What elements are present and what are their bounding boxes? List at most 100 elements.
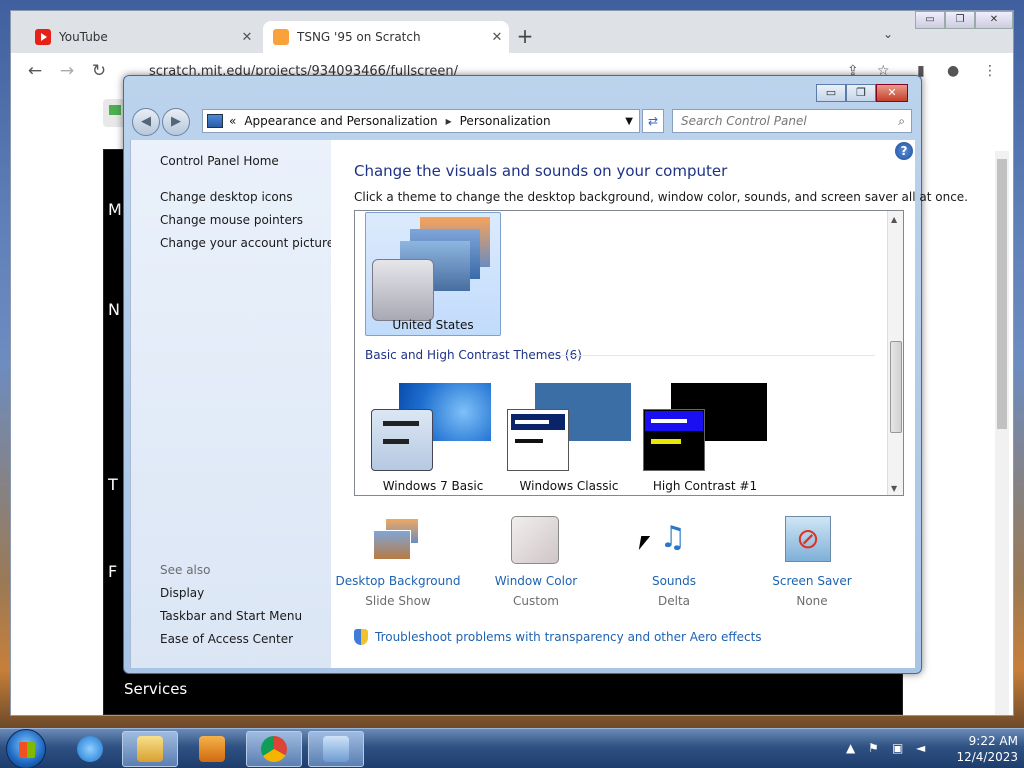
new-tab-button[interactable]: + [513, 25, 537, 49]
swatch-bar [383, 421, 419, 426]
chrome-icon [261, 736, 287, 762]
taskbar-ie[interactable] [62, 731, 118, 767]
volume-icon[interactable]: ◄ [916, 741, 925, 755]
maximize-icon[interactable]: ❐ [945, 11, 975, 29]
swatch-bar [651, 419, 687, 423]
flag-icon[interactable]: ⚑ [868, 741, 879, 755]
stage-letter: M [108, 200, 122, 219]
screen-saver-link[interactable]: Screen Saver [747, 574, 877, 588]
theme-label: Windows 7 Basic [382, 479, 484, 493]
sidebar-change-mouse-pointers[interactable]: Change mouse pointers [160, 213, 303, 227]
close-tab-icon[interactable]: ✕ [485, 30, 509, 45]
window-color-item[interactable]: Window Color Custom [471, 516, 601, 616]
profile-icon[interactable]: ● [947, 63, 959, 79]
sounds-icon: ♫ [659, 520, 687, 555]
page-scrollbar[interactable] [995, 151, 1009, 715]
chrome-window-controls: ▭ ❐ ✕ [915, 11, 1013, 29]
stage-bottom-text: Services [124, 680, 188, 698]
sidebar-change-desktop-icons[interactable]: Change desktop icons [160, 190, 293, 204]
troubleshoot-link[interactable]: Troubleshoot problems with transparency … [354, 629, 762, 645]
screen-saver-item[interactable]: ⊘ Screen Saver None [747, 516, 877, 616]
minimize-icon[interactable]: ▭ [915, 11, 945, 29]
main-panel: ? Change the visuals and sounds on your … [331, 140, 968, 668]
forward-icon[interactable]: → [55, 61, 79, 83]
scrollbar-thumb[interactable] [997, 159, 1007, 429]
back-icon[interactable]: ← [23, 61, 47, 83]
scroll-up-icon[interactable]: ▲ [891, 215, 897, 224]
sidebar-display[interactable]: Display [160, 586, 204, 600]
tab-strip: YouTube ✕ TSNG '95 on Scratch ✕ + ⌄ ▭ ❐ … [11, 11, 1013, 53]
tray-arrow-icon[interactable]: ▲ [846, 741, 855, 755]
tab-title: YouTube [59, 30, 108, 44]
group-divider [561, 355, 875, 356]
breadcrumb-appearance[interactable]: Appearance and Personalization [244, 114, 437, 128]
troubleshoot-text[interactable]: Troubleshoot problems with transparency … [375, 630, 762, 644]
theme-label: United States [392, 318, 474, 332]
tab-search-icon[interactable]: ⌄ [883, 27, 893, 41]
reload-icon[interactable]: ↻ [87, 61, 111, 83]
clock[interactable]: 9:22 AM 12/4/2023 [956, 733, 1018, 765]
taskbar-control-panel[interactable] [308, 731, 364, 767]
sidebar-ease-of-access[interactable]: Ease of Access Center [160, 632, 293, 646]
sidebar-change-account-picture[interactable]: Change your account picture [160, 236, 334, 250]
taskbar-media-player[interactable] [184, 731, 240, 767]
swatch-bar [383, 439, 409, 444]
scroll-down-icon[interactable]: ▼ [891, 484, 897, 493]
stage-letter: F [108, 562, 118, 581]
swatch-bar [651, 439, 681, 444]
back-button[interactable]: ◀ [132, 108, 160, 136]
network-icon[interactable]: ▣ [892, 741, 903, 755]
cp-window-controls: ▭ ❐ ✕ [816, 84, 908, 102]
sidebar: Control Panel Home Change desktop icons … [130, 140, 334, 668]
tab-title: TSNG '95 on Scratch [297, 30, 421, 44]
stage-letter: N [108, 300, 120, 319]
theme-list: United States Basic and High Contrast Th… [354, 210, 904, 496]
desktop-background-value: Slide Show [365, 594, 431, 608]
search-placeholder: Search Control Panel [681, 114, 807, 128]
window-color-link[interactable]: Window Color [471, 574, 601, 588]
sidebar-control-panel-home[interactable]: Control Panel Home [160, 154, 279, 168]
maximize-icon[interactable]: ❐ [846, 84, 876, 102]
search-input[interactable]: Search Control Panel ⌕ [672, 109, 912, 133]
taskbar-chrome[interactable] [246, 731, 302, 767]
theme-list-scrollbar[interactable]: ▲ ▼ [887, 211, 903, 495]
theme-united-states[interactable]: United States [365, 212, 501, 336]
sounds-link[interactable]: Sounds [609, 574, 739, 588]
minimize-icon[interactable]: ▭ [816, 84, 846, 102]
refresh-icon[interactable]: ⇄ [642, 109, 664, 133]
menu-icon[interactable]: ⋮ [983, 63, 997, 79]
control-panel-window: ▭ ❐ ✕ ◀ ▶ « Appearance and Personalizati… [123, 75, 968, 674]
close-icon[interactable]: ✕ [876, 84, 908, 102]
see-also-heading: See also [160, 563, 211, 577]
address-breadcrumb[interactable]: « Appearance and Personalization ▸ Perso… [202, 109, 640, 133]
control-panel-icon [207, 114, 223, 128]
internet-explorer-icon [77, 736, 103, 762]
breadcrumb-separator[interactable]: ▸ [446, 114, 452, 128]
scrollbar-thumb[interactable] [890, 341, 902, 433]
theme-color-swatch [372, 259, 434, 321]
control-panel-icon [323, 736, 349, 762]
media-player-icon [199, 736, 225, 762]
search-icon[interactable]: ⌕ [898, 110, 905, 132]
desktop-background-item[interactable]: Desktop Background Slide Show [333, 516, 463, 616]
screen-saver-value: None [796, 594, 828, 608]
scratch-icon [273, 29, 289, 45]
sidebar-taskbar-start-menu[interactable]: Taskbar and Start Menu [160, 609, 302, 623]
sounds-item[interactable]: ♫ Sounds Delta [609, 516, 739, 616]
close-icon[interactable]: ✕ [975, 11, 1013, 29]
forward-button[interactable]: ▶ [162, 108, 190, 136]
tab-youtube[interactable]: YouTube ✕ [25, 21, 259, 53]
start-button[interactable] [6, 729, 46, 768]
desktop-background-link[interactable]: Desktop Background [333, 574, 463, 588]
clock-time: 9:22 AM [968, 734, 1018, 748]
page-subtitle: Click a theme to change the desktop back… [354, 190, 968, 204]
tab-scratch[interactable]: TSNG '95 on Scratch ✕ [263, 21, 509, 53]
breadcrumb-personalization[interactable]: Personalization [460, 114, 551, 128]
breadcrumb-prefix[interactable]: « [229, 114, 236, 128]
chevron-down-icon[interactable]: ▼ [625, 116, 633, 127]
close-tab-icon[interactable]: ✕ [235, 30, 259, 45]
screen-saver-icon: ⊘ [785, 516, 831, 562]
help-icon[interactable]: ? [895, 142, 913, 160]
theme-group-heading: Basic and High Contrast Themes (6) [365, 348, 582, 362]
taskbar-explorer[interactable] [122, 731, 178, 767]
